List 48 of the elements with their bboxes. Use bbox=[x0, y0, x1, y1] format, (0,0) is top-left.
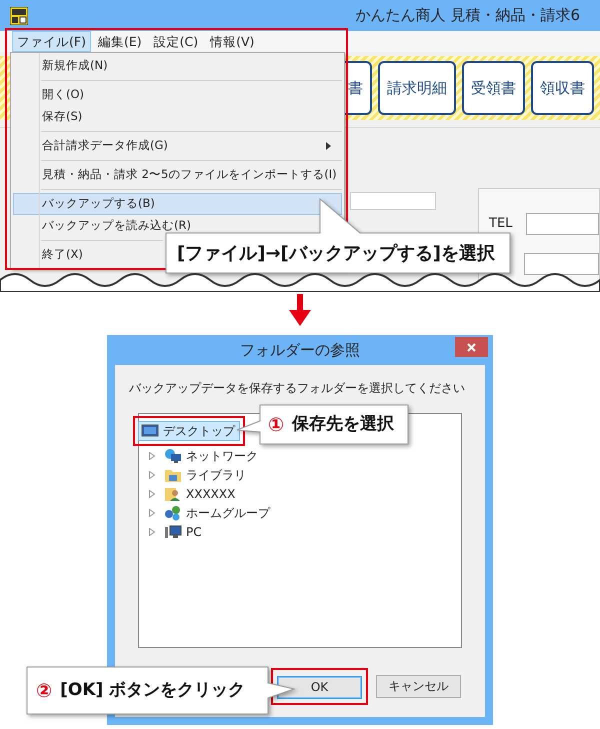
menu-item[interactable]: 見積・納品・請求 2〜5のファイルをインポートする(I) bbox=[13, 157, 342, 186]
toolbar-button[interactable]: 請求明細 bbox=[378, 61, 456, 115]
menu-item[interactable]: 終了(X) bbox=[13, 237, 163, 266]
monitor-icon bbox=[141, 423, 159, 439]
globe-monitor-icon bbox=[164, 448, 182, 464]
tree-item[interactable]: ライブラリ bbox=[161, 465, 249, 484]
menu-bar-item[interactable]: 設定(C) bbox=[148, 31, 204, 52]
callout-text: 保存先を選択 bbox=[292, 413, 394, 436]
expand-arrow-icon[interactable] bbox=[149, 452, 155, 460]
menu-bar-item[interactable]: 情報(V) bbox=[205, 31, 260, 52]
close-button[interactable] bbox=[455, 337, 488, 357]
step-number: ② bbox=[36, 678, 52, 704]
down-arrow-icon bbox=[289, 294, 311, 326]
close-icon bbox=[467, 342, 476, 352]
phone-field[interactable] bbox=[526, 213, 599, 235]
menu-bar-item[interactable]: 編集(E) bbox=[92, 31, 147, 52]
app-logo-icon bbox=[10, 6, 28, 24]
step-number: ① bbox=[268, 412, 284, 438]
menu-item[interactable]: 合計請求データ作成(G) bbox=[13, 128, 342, 157]
expand-arrow-icon[interactable] bbox=[149, 528, 155, 536]
ok-button[interactable]: OK bbox=[277, 676, 362, 698]
expand-arrow-icon[interactable] bbox=[149, 470, 155, 478]
instruction-text: バックアップデータを保存するフォルダーを選択してください bbox=[129, 380, 466, 397]
callout-text: [ファイル]→[バックアップする]を選択 bbox=[177, 242, 495, 266]
expand-arrow-icon[interactable] bbox=[149, 508, 155, 516]
cancel-button[interactable]: キャンセル bbox=[376, 674, 461, 698]
tree-item[interactable]: ネットワーク bbox=[161, 446, 261, 465]
menu-item[interactable]: 保存(S) bbox=[13, 106, 342, 128]
dialog-title: フォルダーの参照 bbox=[240, 340, 360, 361]
toolbar-button[interactable]: 領収書 bbox=[531, 61, 594, 115]
tree-item[interactable]: デスクトップ bbox=[138, 421, 240, 441]
tree-item[interactable]: XXXXXX bbox=[161, 484, 238, 503]
user-folder-icon bbox=[164, 486, 182, 502]
people-group-icon bbox=[164, 504, 182, 520]
expand-arrow-icon[interactable] bbox=[149, 490, 155, 498]
menu-item[interactable]: 開く(O) bbox=[13, 77, 342, 106]
field-label: TEL bbox=[489, 215, 512, 234]
text-field[interactable] bbox=[350, 192, 436, 210]
tree-item[interactable]: ホームグループ bbox=[161, 503, 273, 522]
window-title: かんたん商人 見積・納品・請求6 bbox=[356, 5, 580, 26]
submenu-arrow-icon bbox=[326, 142, 331, 150]
toolbar-button[interactable]: 受領書 bbox=[462, 61, 525, 115]
callout-text: [OK] ボタンをクリック bbox=[60, 679, 246, 702]
tree-item[interactable]: PC bbox=[161, 522, 205, 541]
computer-icon bbox=[164, 524, 182, 540]
menu-bar-item[interactable]: ファイル(F) bbox=[12, 31, 91, 52]
text-field[interactable] bbox=[524, 253, 599, 275]
menu-item[interactable]: 新規作成(N) bbox=[13, 55, 342, 77]
